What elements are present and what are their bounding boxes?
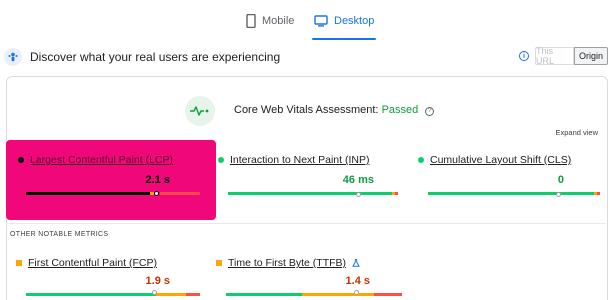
flask-icon (352, 259, 360, 267)
tab-desktop-label: Desktop (334, 15, 375, 27)
pulse-icon (185, 96, 215, 126)
metric-lcp-link[interactable]: Largest Contentful Paint (LCP) (30, 154, 173, 166)
other-metrics-heading: OTHER NOTABLE METRICS (10, 231, 109, 238)
tab-mobile[interactable]: Mobile (246, 8, 294, 34)
metric-inp-link[interactable]: Interaction to Next Paint (INP) (230, 154, 369, 166)
status-square-fcp (16, 260, 22, 266)
metric-cls-link[interactable]: Cumulative Layout Shift (CLS) (430, 154, 571, 166)
cwv-assessment-label: Core Web Vitals Assessment: (234, 104, 379, 116)
help-icon[interactable]: ? (425, 106, 435, 116)
discover-title: Discover what your real users are experi… (30, 50, 281, 64)
metric-fcp-link[interactable]: First Contentful Paint (FCP) (28, 257, 157, 269)
inp-p75-marker (356, 192, 361, 197)
fcp-p75-marker (152, 290, 157, 295)
cwv-assessment: Core Web Vitals Assessment: Passed ? (234, 104, 435, 116)
this-url-toggle[interactable]: This URL (535, 46, 574, 66)
lcp-distribution-bar (26, 192, 200, 195)
tab-mobile-label: Mobile (262, 15, 295, 27)
expand-view-link[interactable]: Expand view (555, 128, 598, 137)
metric-fcp-value: 1.9 s (145, 275, 170, 287)
metric-ttfb-value: 1.4 s (345, 275, 370, 287)
discover-header: Discover what your real users are experi… (0, 44, 610, 70)
metric-ttfb-link[interactable]: Time to First Byte (TTFB) (228, 257, 346, 269)
phone-icon (246, 14, 256, 28)
status-square-ttfb (216, 260, 222, 266)
status-dot-inp (218, 157, 224, 163)
cls-distribution-bar (428, 192, 600, 195)
users-icon (4, 48, 22, 66)
cwv-assessment-status: Passed (381, 104, 419, 116)
lcp-p75-marker (154, 191, 159, 196)
ttfb-distribution-bar (226, 293, 402, 296)
fcp-distribution-bar (26, 293, 200, 296)
origin-toggle[interactable]: Origin (574, 47, 608, 65)
section-divider (6, 223, 606, 224)
ttfb-p75-marker (354, 290, 359, 295)
tab-desktop[interactable]: Desktop (311, 8, 377, 40)
status-dot-cls (418, 157, 424, 163)
metric-inp-value: 46 ms (342, 174, 374, 186)
metric-cls-value: 0 (557, 174, 564, 186)
cls-p75-marker (556, 192, 561, 197)
status-dot-lcp (18, 157, 24, 163)
monitor-icon (314, 15, 328, 27)
inp-distribution-bar (228, 192, 398, 195)
info-icon[interactable]: i (519, 51, 529, 61)
device-tabs: Mobile Desktop (0, 8, 610, 40)
metric-lcp-value: 2.1 s (145, 174, 170, 186)
